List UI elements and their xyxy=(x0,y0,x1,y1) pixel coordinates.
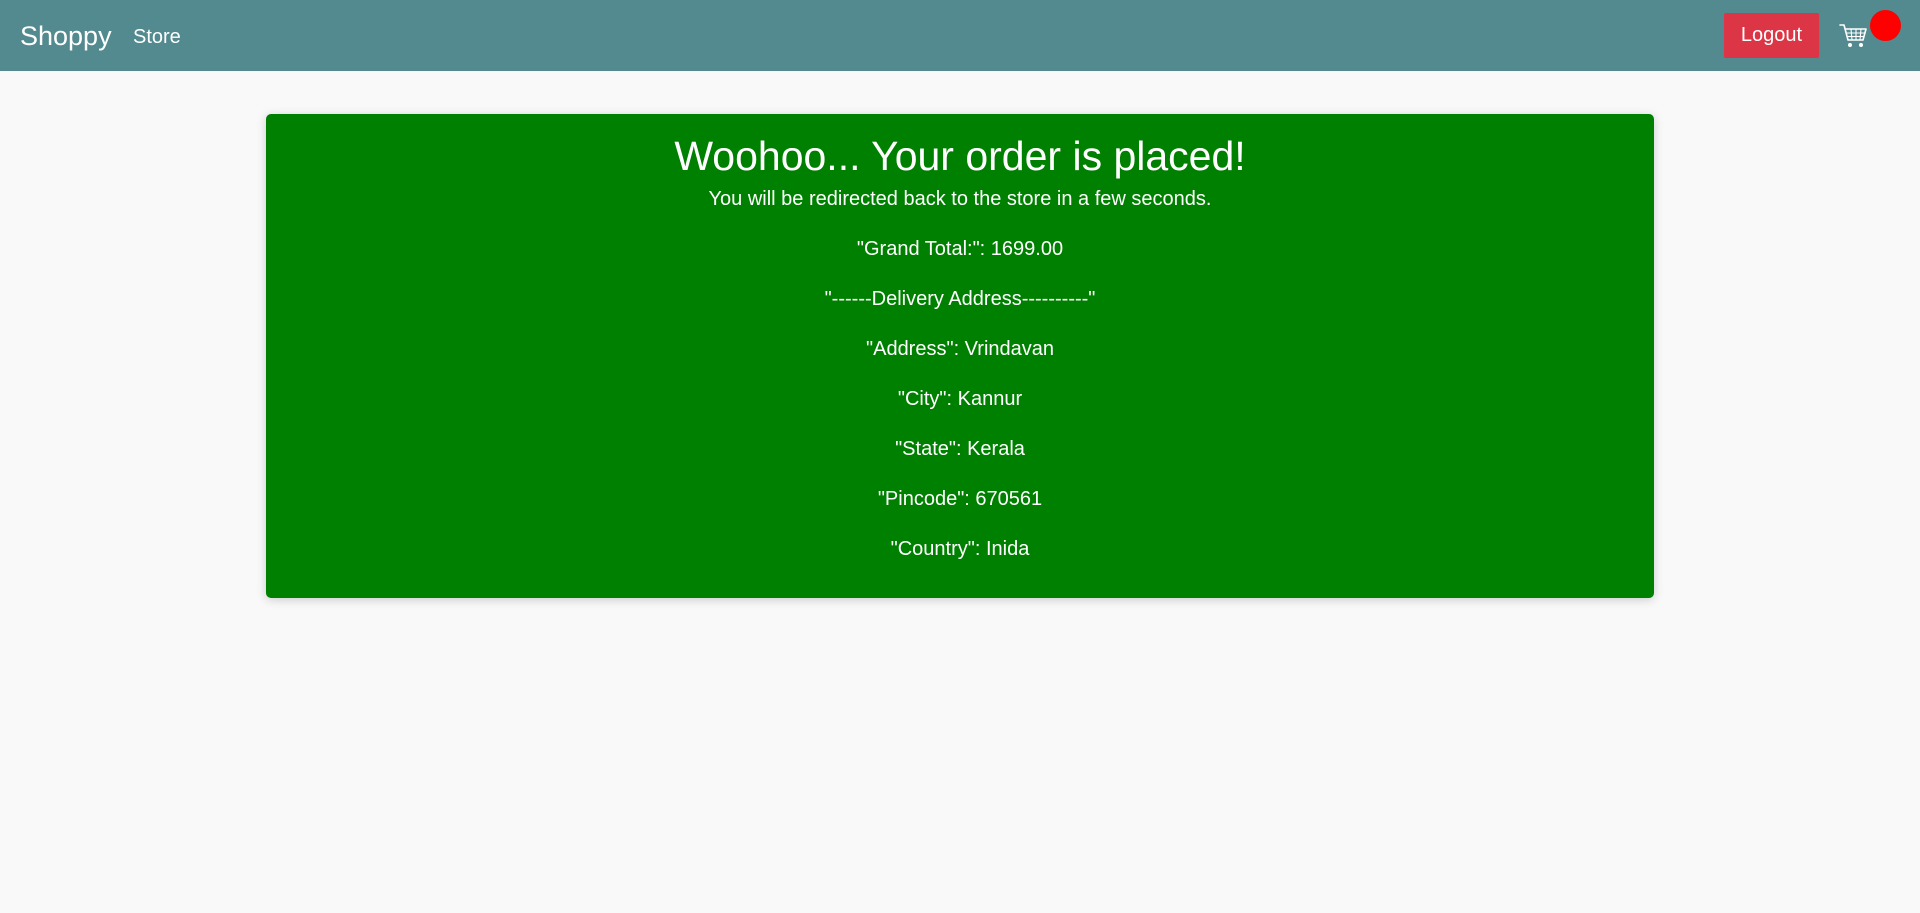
cart-button[interactable] xyxy=(1837,10,1903,60)
brand-link[interactable]: Shoppy xyxy=(20,20,112,52)
order-placed-title: Woohoo... Your order is placed! xyxy=(674,133,1246,179)
redirect-notice: You will be redirected back to the store… xyxy=(708,188,1212,210)
store-link[interactable]: Store xyxy=(133,25,181,49)
logout-button[interactable]: Logout xyxy=(1724,13,1819,58)
delivery-address-heading: "------Delivery Address----------" xyxy=(824,288,1096,310)
top-navbar: Shoppy Store Logout xyxy=(0,0,1920,71)
grand-total-line: "Grand Total:": 1699.00 xyxy=(856,238,1064,260)
cart-count-badge xyxy=(1870,10,1901,41)
state-line: "State": Kerala xyxy=(895,438,1025,460)
shopping-cart-icon xyxy=(1839,24,1867,47)
pincode-line: "Pincode": 670561 xyxy=(877,488,1043,510)
order-confirmation-card: Woohoo... Your order is placed! You will… xyxy=(266,114,1654,598)
country-line: "Country": Inida xyxy=(890,538,1030,560)
address-line: "Address": Vrindavan xyxy=(866,338,1054,360)
city-line: "City": Kannur xyxy=(897,388,1023,410)
